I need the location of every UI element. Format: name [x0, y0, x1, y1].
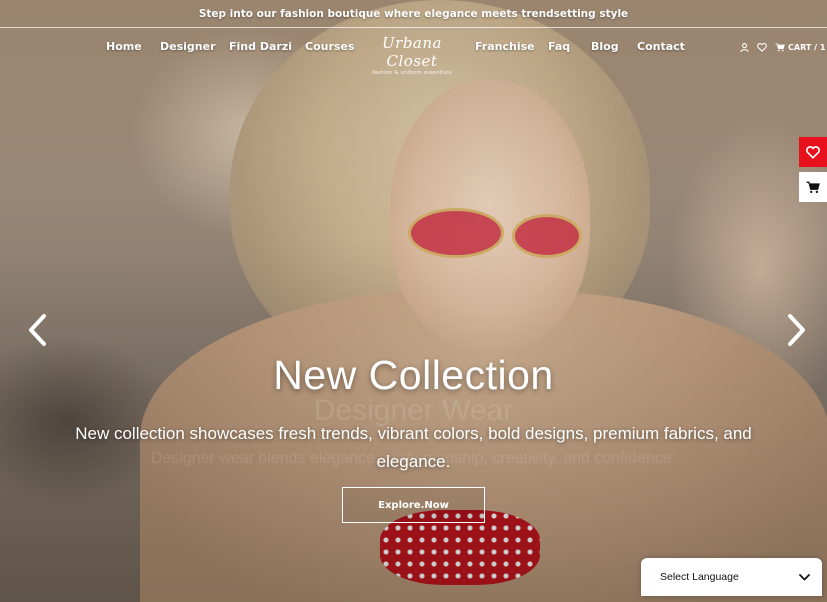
- slider-next-button[interactable]: [785, 312, 809, 348]
- nav-franchise[interactable]: Franchise: [475, 40, 535, 53]
- chevron-down-icon: [799, 573, 810, 580]
- nav-blog[interactable]: Blog: [591, 40, 619, 53]
- hero-title: New Collection: [273, 352, 554, 398]
- slider-prev-button[interactable]: [25, 312, 49, 348]
- header-icons: CART / 1: [740, 39, 825, 55]
- user-icon[interactable]: [740, 42, 749, 52]
- explore-now-button[interactable]: Explore.Now: [342, 487, 485, 523]
- heart-icon: [806, 145, 820, 159]
- side-wishlist-button[interactable]: [799, 137, 827, 167]
- nav-faq[interactable]: Faq: [548, 40, 570, 53]
- chevron-right-icon: [788, 314, 805, 346]
- nav-find-darzi[interactable]: Find Darzi: [229, 40, 292, 53]
- heart-icon[interactable]: [757, 42, 767, 52]
- site-logo[interactable]: Urbana Closet fashion & uniform essentia…: [362, 34, 462, 76]
- hero-subtitle: New collection showcases fresh trends, v…: [75, 424, 752, 471]
- announcement-text: Step into our fashion boutique where ele…: [198, 7, 629, 20]
- nav-contact[interactable]: Contact: [637, 40, 685, 53]
- chevron-left-icon: [29, 314, 46, 346]
- logo-tagline: fashion & uniform essentials: [372, 70, 452, 76]
- nav-courses[interactable]: Courses: [305, 40, 354, 53]
- cart-icon: [775, 42, 785, 51]
- side-cart-button[interactable]: [799, 172, 827, 202]
- language-select[interactable]: Select Language: [641, 558, 822, 596]
- cart-icon: [806, 181, 820, 193]
- nav-home[interactable]: Home: [106, 40, 142, 53]
- main-nav: Home Designer Find Darzi Courses Urbana …: [0, 30, 827, 76]
- nav-designer[interactable]: Designer: [160, 40, 216, 53]
- cart-link[interactable]: CART / 1: [775, 43, 825, 52]
- logo-text: Urbana Closet: [382, 34, 442, 70]
- cart-label: CART / 1: [788, 42, 826, 52]
- language-select-label: Select Language: [660, 571, 739, 583]
- announcement-bar: Step into our fashion boutique where ele…: [0, 0, 827, 28]
